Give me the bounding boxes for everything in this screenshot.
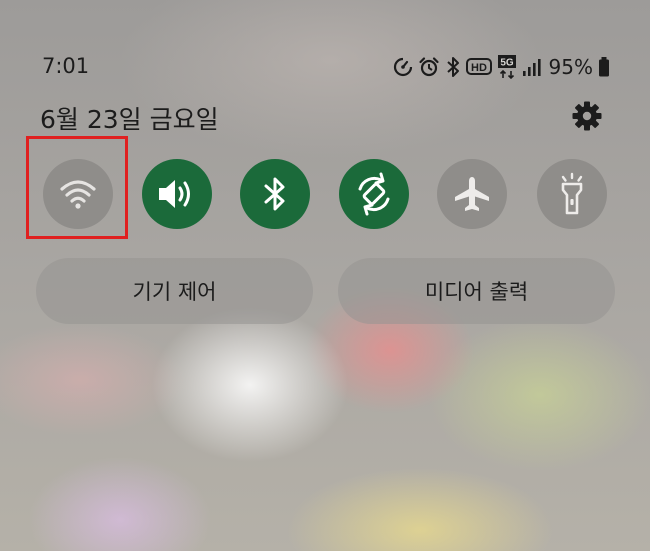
bluetooth-icon (264, 177, 285, 211)
hd-voice-icon: HD (465, 57, 492, 77)
media-output-button[interactable]: 미디어 출력 (338, 258, 615, 324)
tile-bluetooth[interactable] (240, 159, 310, 229)
status-time: 7:01 (42, 54, 90, 78)
status-icons: HD 5G 95% (393, 52, 610, 82)
device-control-button[interactable]: 기기 제어 (36, 258, 313, 324)
airplane-icon (455, 177, 489, 211)
network-label: 5G (500, 58, 514, 69)
battery-icon (598, 56, 610, 78)
media-output-label: 미디어 출력 (424, 280, 529, 304)
settings-button[interactable] (569, 98, 605, 134)
date-label: 6월 23일 금요일 (40, 105, 219, 134)
data-saver-icon (393, 57, 413, 77)
bluetooth-icon (445, 56, 461, 78)
flashlight-icon (561, 172, 583, 215)
tile-flashlight[interactable] (537, 159, 607, 229)
speaker-icon (159, 180, 190, 208)
device-control-label: 기기 제어 (132, 280, 217, 304)
tile-auto-rotate[interactable] (339, 159, 409, 229)
hd-label: HD (471, 62, 487, 74)
status-bar: 7:01 HD 5G 95% (0, 50, 650, 84)
signal-icon (522, 57, 542, 77)
tile-sound[interactable] (142, 159, 212, 229)
gear-icon (572, 101, 602, 131)
tile-airplane-mode[interactable] (437, 159, 507, 229)
5g-icon: 5G (497, 55, 517, 79)
alarm-icon (418, 56, 440, 78)
wifi-highlight-box (26, 136, 128, 239)
rotate-icon (358, 172, 390, 216)
battery-percent: 95% (548, 55, 593, 79)
